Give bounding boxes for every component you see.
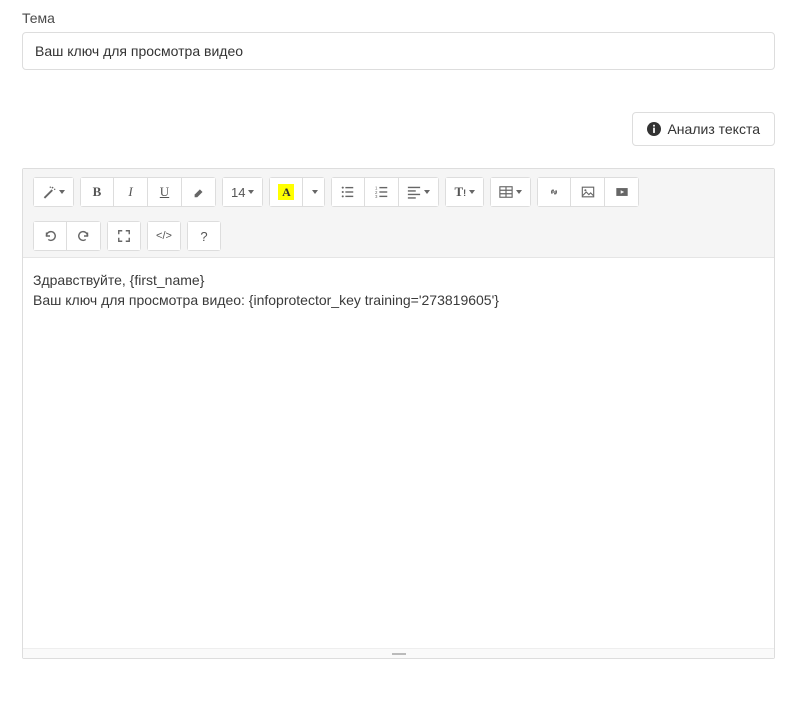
bold-button[interactable]: B [80,177,114,207]
resize-handle[interactable] [23,648,774,658]
paragraph-align-button[interactable] [399,177,439,207]
chevron-down-icon [424,190,430,194]
magic-icon [42,185,56,199]
eraser-icon [192,185,206,199]
video-icon [615,185,629,199]
subject-label: Тема [22,10,775,26]
heading-icon: T! [454,184,466,200]
style-button[interactable] [33,177,74,207]
link-button[interactable] [537,177,571,207]
font-color-dropdown[interactable] [303,177,325,207]
font-color-button[interactable]: A [269,177,303,207]
fullscreen-button[interactable] [107,221,141,251]
font-color-icon: A [278,184,294,200]
editor-content[interactable]: Здравствуйте, {first_name} Ваш ключ для … [23,258,774,648]
redo-button[interactable] [67,221,101,251]
align-icon [407,185,421,199]
undo-icon [43,229,57,243]
image-button[interactable] [571,177,605,207]
italic-button[interactable]: I [114,177,148,207]
clear-format-button[interactable] [182,177,216,207]
editor-line: Ваш ключ для просмотра видео: {infoprote… [33,290,764,310]
info-icon [647,122,661,136]
chevron-down-icon [516,190,522,194]
redo-icon [77,229,91,243]
table-icon [499,185,513,199]
chevron-down-icon [469,190,475,194]
heading-button[interactable]: T! [445,177,484,207]
ordered-list-button[interactable]: 123 [365,177,399,207]
chevron-down-icon [59,190,65,194]
editor-line: Здравствуйте, {first_name} [33,270,764,290]
svg-text:3: 3 [375,194,378,199]
video-button[interactable] [605,177,639,207]
code-view-button[interactable]: </> [147,221,181,251]
grip-icon [392,653,406,655]
rich-text-editor: B I U 14 A [22,168,775,659]
link-icon [547,185,561,199]
chevron-down-icon [248,190,254,194]
font-size-button[interactable]: 14 [222,177,263,207]
editor-toolbar: B I U 14 A [23,169,774,258]
fullscreen-icon [117,229,131,243]
analyze-text-label: Анализ текста [667,121,760,137]
help-button[interactable]: ? [187,221,221,251]
font-size-value: 14 [231,185,245,200]
chevron-down-icon [312,190,318,194]
underline-button[interactable]: U [148,177,182,207]
undo-button[interactable] [33,221,67,251]
analyze-text-button[interactable]: Анализ текста [632,112,775,146]
list-ul-icon [341,185,355,199]
list-ol-icon: 123 [375,185,389,199]
table-button[interactable] [490,177,531,207]
image-icon [581,185,595,199]
unordered-list-button[interactable] [331,177,365,207]
subject-input[interactable] [22,32,775,70]
